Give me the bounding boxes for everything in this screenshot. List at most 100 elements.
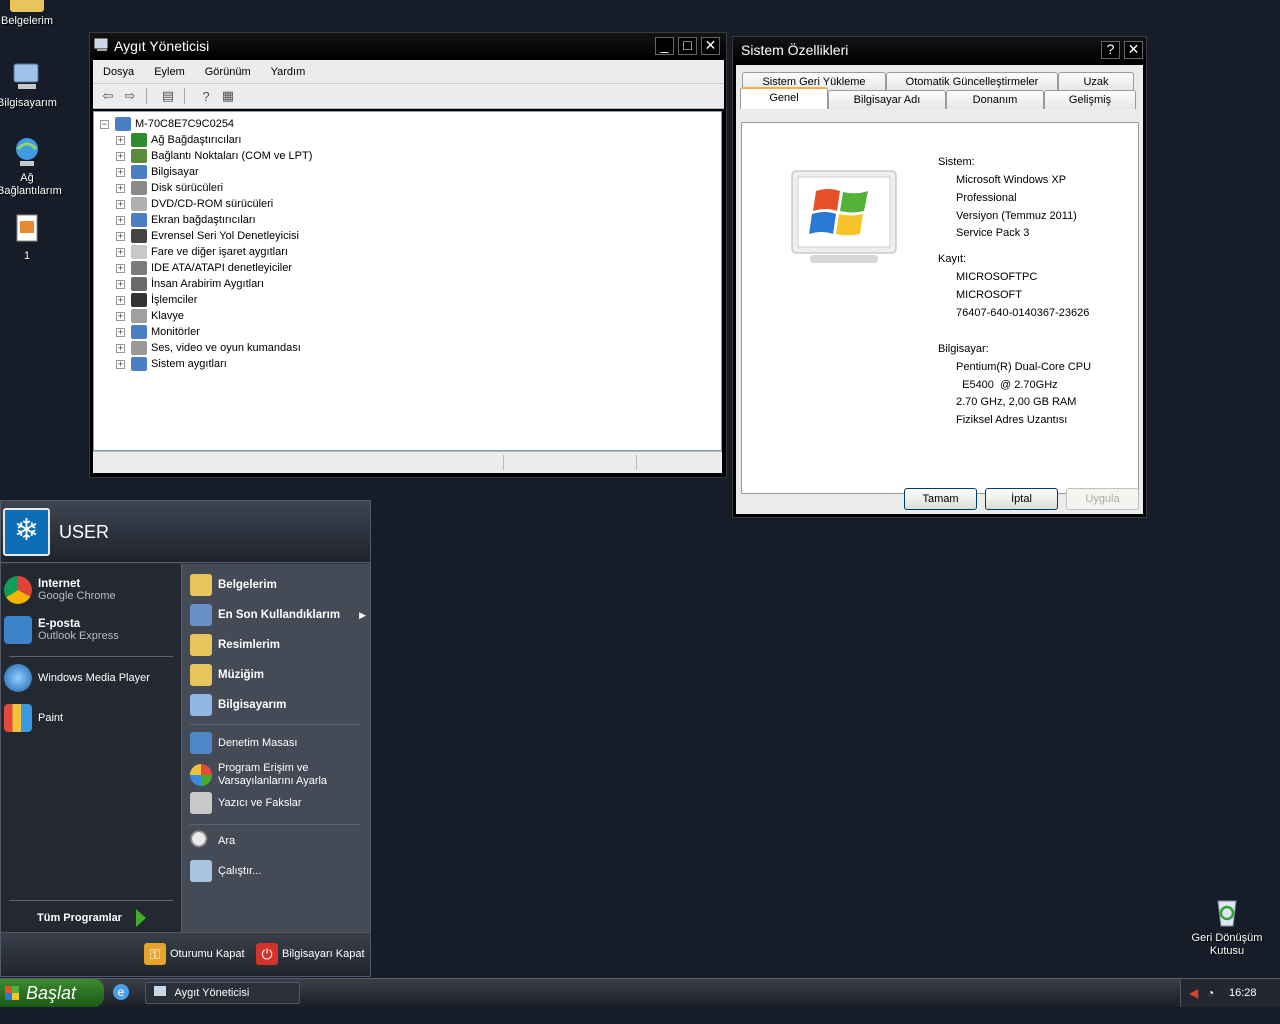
tab-general[interactable]: Genel <box>740 87 828 109</box>
maximize-button[interactable]: □ <box>678 37 697 55</box>
all-programs-button[interactable]: Tüm Programlar <box>37 909 146 927</box>
place-my-pictures[interactable]: Resimlerim <box>190 634 280 656</box>
search[interactable]: Ara <box>190 830 235 852</box>
tab-computer-name[interactable]: Bilgisayar Adı <box>828 90 946 109</box>
chrome-icon <box>4 576 32 604</box>
device-tree[interactable]: − M-70C8E7C9C0254 + Ağ Bağdaştırıcıları + B… <box>93 111 722 451</box>
menu-action[interactable]: Eylem <box>144 66 195 78</box>
tree-item[interactable]: + Klavye <box>94 308 721 324</box>
printers-and-faxes[interactable]: Yazıcı ve Fakslar <box>190 792 302 814</box>
expand-icon[interactable]: + <box>116 327 125 337</box>
pinned-internet[interactable]: Internet Google Chrome <box>4 576 116 604</box>
network-tray-icon[interactable]: ◔ <box>1207 986 1214 1000</box>
run[interactable]: Çalıştır... <box>190 860 261 882</box>
tree-item[interactable]: + Bilgisayar <box>94 164 721 180</box>
tree-item[interactable]: + Monitörler <box>94 324 721 340</box>
settings-label: Varsayılanlarını Ayarla <box>218 775 328 787</box>
tree-item[interactable]: + İnsan Arabirim Aygıtları <box>94 276 721 292</box>
expand-icon[interactable]: + <box>116 359 125 369</box>
place-my-music[interactable]: Müziğim <box>190 664 264 686</box>
place-my-documents[interactable]: Belgelerim <box>190 574 277 596</box>
show-hide-tree-icon[interactable]: ▤ <box>159 88 177 104</box>
expand-icon[interactable]: + <box>116 247 125 257</box>
computer-icon <box>10 60 44 94</box>
menu-help[interactable]: Yardım <box>261 66 316 78</box>
quick-launch-ie-icon[interactable]: e <box>113 984 129 1000</box>
menu-view[interactable]: Görünüm <box>195 66 261 78</box>
close-button[interactable]: ✕ <box>1124 41 1143 59</box>
taskbar-button-device-manager[interactable]: Aygıt Yöneticisi <box>145 982 300 1004</box>
tab-automatic-updates[interactable]: Otomatik Güncelleştirmeler <box>886 72 1058 91</box>
tools-label: Ara <box>218 835 236 847</box>
recycle-bin-icon <box>1210 895 1244 929</box>
shutdown-button[interactable]: ⏻ Bilgisayarı Kapat <box>256 943 365 965</box>
expand-icon[interactable]: + <box>116 279 125 289</box>
expand-icon[interactable]: + <box>116 151 125 161</box>
tree-item[interactable]: + Ağ Bağdaştırıcıları <box>94 132 721 148</box>
expand-icon[interactable]: + <box>116 183 125 193</box>
place-my-computer[interactable]: Bilgisayarım <box>190 694 286 716</box>
computer-icon <box>115 117 131 131</box>
minimize-button[interactable]: _ <box>655 37 674 55</box>
forward-icon[interactable]: ⇨ <box>121 88 139 104</box>
recent-media-player[interactable]: Windows Media Player <box>4 664 150 692</box>
expand-icon[interactable]: + <box>116 231 125 241</box>
tree-item[interactable]: + İşlemciler <box>94 292 721 308</box>
expand-icon[interactable]: + <box>116 167 125 177</box>
tree-item[interactable]: + Ekran bağdaştırıcıları <box>94 212 721 228</box>
help-button[interactable]: ? <box>1101 41 1120 59</box>
tree-item[interactable]: + IDE ATA/ATAPI denetleyiciler <box>94 260 721 276</box>
log-off-button[interactable]: ⚿ Oturumu Kapat <box>144 943 245 965</box>
program-access-defaults[interactable]: Program Erişim ve Varsayılanlarını Ayarla <box>190 762 327 788</box>
all-programs-label: Tüm Programlar <box>37 912 122 924</box>
desktop-icon-my-computer[interactable]: Bilgisayarım <box>0 60 65 110</box>
device-category-icon <box>131 309 147 323</box>
window-title: Aygıt Yöneticisi <box>114 38 210 54</box>
expand-icon[interactable]: + <box>116 311 125 321</box>
back-icon[interactable]: ⇦ <box>99 88 117 104</box>
ok-button[interactable]: Tamam <box>904 488 977 510</box>
collapse-icon[interactable]: − <box>100 119 109 129</box>
properties-icon[interactable]: ▦ <box>219 88 237 104</box>
expand-icon[interactable]: + <box>116 295 125 305</box>
expand-icon[interactable]: + <box>116 135 125 145</box>
place-recent-documents[interactable]: En Son Kullandıklarım ▶ <box>190 604 366 626</box>
clock[interactable]: 16:28 <box>1229 987 1257 999</box>
tab-hardware[interactable]: Donanım <box>946 90 1044 109</box>
expand-icon[interactable]: + <box>116 215 125 225</box>
apply-button[interactable]: Uygula <box>1066 488 1139 510</box>
separator <box>9 900 173 901</box>
windows-flag-icon <box>5 986 19 1000</box>
tree-item[interactable]: + Disk sürücüleri <box>94 180 721 196</box>
tree-item[interactable]: + Ses, video ve oyun kumandası <box>94 340 721 356</box>
tab-remote[interactable]: Uzak <box>1058 72 1134 91</box>
desktop-icon-network[interactable]: Ağ Bağlantılarım <box>0 135 65 198</box>
cancel-button[interactable]: İptal <box>985 488 1058 510</box>
help-icon[interactable]: ? <box>197 88 215 104</box>
tree-item[interactable]: + Sistem aygıtları <box>94 356 721 372</box>
start-button[interactable]: Başlat <box>0 979 104 1007</box>
expand-icon[interactable]: + <box>116 199 125 209</box>
pinned-email[interactable]: E-posta Outlook Express <box>4 616 119 644</box>
menu-file[interactable]: Dosya <box>93 66 144 78</box>
expand-icon[interactable]: + <box>116 343 125 353</box>
desktop-icon-recycle-bin[interactable]: Geri Dönüşüm Kutusu <box>1189 895 1265 958</box>
computer-icon <box>94 38 110 55</box>
tab-advanced[interactable]: Gelişmiş <box>1044 90 1136 109</box>
tree-item[interactable]: + DVD/CD-ROM sürücüleri <box>94 196 721 212</box>
control-panel[interactable]: Denetim Masası <box>190 732 297 754</box>
recent-paint[interactable]: Paint <box>4 704 63 732</box>
expand-icon[interactable]: + <box>116 263 125 273</box>
tree-root[interactable]: − M-70C8E7C9C0254 <box>94 116 721 132</box>
volume-icon[interactable]: ◀ <box>1189 986 1198 1000</box>
device-manager-titlebar[interactable]: Aygıt Yöneticisi _ □ ✕ <box>90 33 726 59</box>
desktop-icon-1[interactable]: 1 <box>0 213 65 263</box>
tree-item[interactable]: + Fare ve diğer işaret aygıtları <box>94 244 721 260</box>
system-properties-titlebar[interactable]: Sistem Özellikleri ? ✕ <box>733 37 1146 63</box>
avatar[interactable]: ❄ <box>3 508 50 556</box>
close-button[interactable]: ✕ <box>701 37 720 55</box>
tree-item[interactable]: + Evrensel Seri Yol Denetleyicisi <box>94 228 721 244</box>
desktop-icon-my-documents[interactable]: Belgelerim <box>0 0 65 28</box>
tree-item[interactable]: + Bağlantı Noktaları (COM ve LPT) <box>94 148 721 164</box>
device-category-icon <box>131 357 147 371</box>
